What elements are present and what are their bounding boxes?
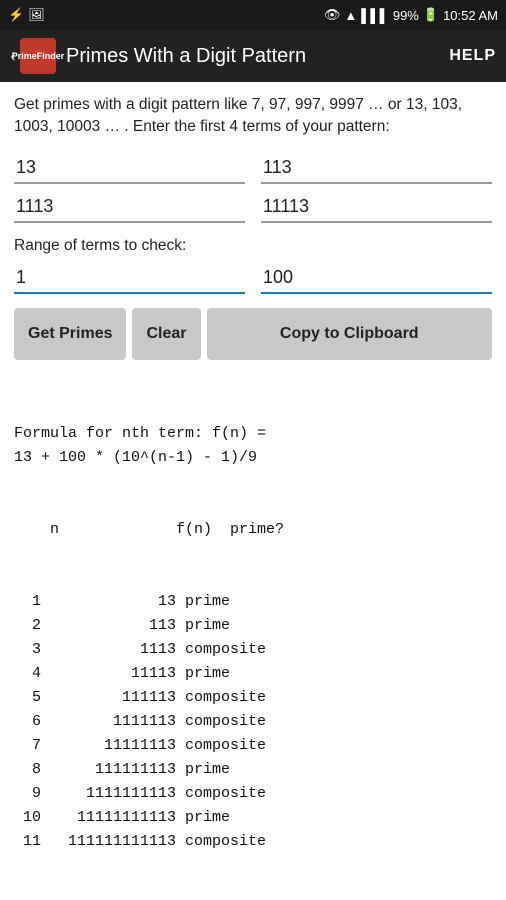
table-row: 11 111111111113 composite [14,830,492,854]
description-text: Get primes with a digit pattern like 7, … [14,94,492,139]
table-row: 7 11111113 composite [14,734,492,758]
range-from-input[interactable] [14,263,245,294]
status-bar: ⚡ 🖼 👁 ▲ ▌▌▌ 99% 🔋 10:52 AM [0,0,506,30]
table-row: 3 1113 composite [14,638,492,662]
term1-input[interactable] [14,153,245,184]
table-row: 1 13 prime [14,590,492,614]
table-row: 9 1111111113 composite [14,782,492,806]
status-left: ⚡ 🖼 [8,7,45,23]
title-bar: ‹ Prime Finder Primes With a Digit Patte… [0,30,506,82]
battery-label: 99% [393,8,419,23]
clear-button[interactable]: Clear [132,308,200,360]
table-row: 8 111111113 prime [14,758,492,782]
get-primes-button[interactable]: Get Primes [14,308,126,360]
table-row: 6 1111113 composite [14,710,492,734]
time-label: 10:52 AM [443,8,498,23]
wifi-icon: ▲ [344,8,357,23]
eye-icon: 👁 [324,7,341,23]
range-label: Range of terms to check: [14,237,492,255]
results-area: Formula for nth term: f(n) = 13 + 100 * … [14,374,492,900]
formula-text: Formula for nth term: f(n) = 13 + 100 * … [14,422,492,470]
table-row: 10 11111111113 prime [14,806,492,830]
main-content: Get primes with a digit pattern like 7, … [0,82,506,900]
table-row: 4 11113 prime [14,662,492,686]
results-rows: 1 13 prime 2 113 prime 3 1113 composite … [14,590,492,854]
term4-input[interactable] [261,192,492,223]
term-inputs [14,153,492,223]
term2-input[interactable] [261,153,492,184]
copy-clipboard-button[interactable]: Copy to Clipboard [207,308,492,360]
app-logo: Prime Finder [20,38,56,74]
table-header: n f(n) prime? [14,518,492,542]
range-to-input[interactable] [261,263,492,294]
usb-icon: ⚡ [8,7,24,23]
range-inputs [14,263,492,294]
help-button[interactable]: HELP [449,47,496,65]
camera-icon: 🖼 [28,7,45,23]
action-buttons: Get Primes Clear Copy to Clipboard [14,308,492,360]
term3-input[interactable] [14,192,245,223]
table-row: 2 113 prime [14,614,492,638]
battery-icon: 🔋 [423,7,439,23]
status-right: 👁 ▲ ▌▌▌ 99% 🔋 10:52 AM [324,7,498,23]
table-row: 5 111113 composite [14,686,492,710]
signal-icon: ▌▌▌ [361,8,389,23]
page-title: Primes With a Digit Pattern [66,45,449,68]
